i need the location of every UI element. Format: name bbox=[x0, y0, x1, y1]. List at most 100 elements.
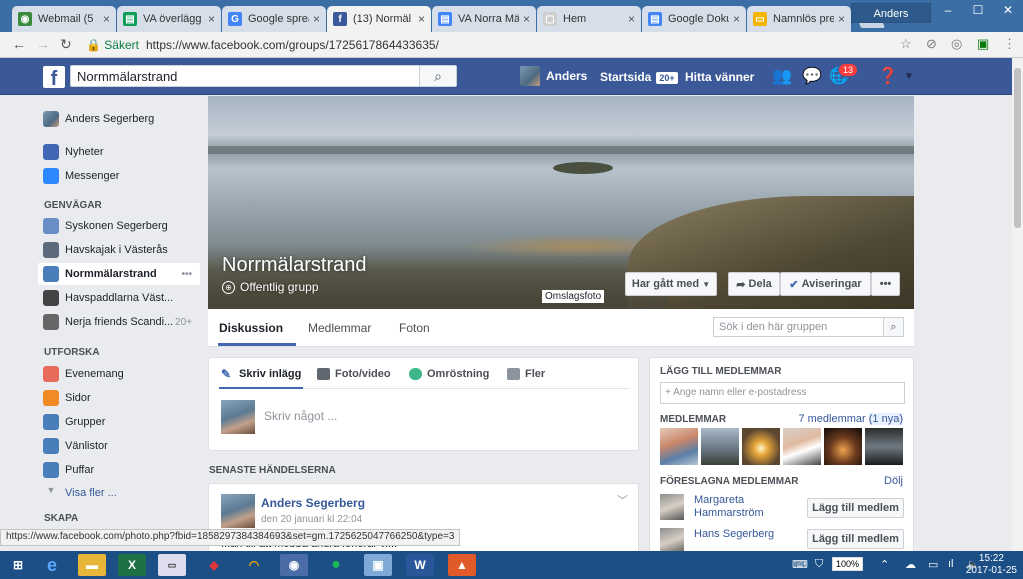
avatar[interactable] bbox=[660, 494, 684, 520]
close-tab-icon[interactable]: × bbox=[418, 12, 425, 26]
sidebar-explore-item[interactable]: Vänlistor bbox=[38, 435, 200, 457]
file-explorer-icon[interactable]: ▬ bbox=[78, 554, 106, 576]
avatar[interactable] bbox=[221, 494, 255, 528]
scrollbar-thumb[interactable] bbox=[1014, 68, 1021, 228]
member-photo[interactable] bbox=[865, 428, 903, 465]
group-search-input[interactable]: Sök i den här gruppen bbox=[713, 317, 884, 337]
browser-tab[interactable]: ▤ Google Doku × bbox=[642, 6, 746, 32]
post-date[interactable]: den 20 januari kl 22:04 bbox=[261, 514, 362, 525]
member-photo[interactable] bbox=[824, 428, 862, 465]
app-icon[interactable]: ▲ bbox=[448, 554, 476, 576]
close-tab-icon[interactable]: × bbox=[733, 12, 740, 26]
minimize-icon[interactable]: – bbox=[933, 0, 963, 20]
tab-photos[interactable]: Foton bbox=[399, 321, 430, 335]
profile-link[interactable]: Anders bbox=[520, 66, 587, 86]
extension-icon[interactable]: ◎ bbox=[951, 36, 962, 52]
fb-search-input[interactable]: Normmälarstrand bbox=[70, 65, 420, 87]
close-window-icon[interactable]: ✕ bbox=[993, 0, 1023, 20]
sidebar-shortcut[interactable]: Syskonen Segerberg bbox=[38, 215, 200, 237]
add-member-input[interactable]: + Ange namn eller e-postadress bbox=[660, 382, 905, 404]
forward-arrow-icon[interactable]: → bbox=[36, 36, 50, 52]
spotify-icon[interactable]: ● bbox=[322, 554, 350, 576]
close-tab-icon[interactable]: × bbox=[628, 12, 635, 26]
excel-icon[interactable]: X bbox=[118, 554, 146, 576]
browser-tab[interactable]: ◉ Webmail (5 × bbox=[12, 6, 116, 32]
sidebar-item-news[interactable]: Nyheter bbox=[38, 141, 200, 163]
browser-tab[interactable]: ▤ VA överlägg × bbox=[117, 6, 221, 32]
security-icon[interactable]: ⛉ bbox=[815, 558, 823, 571]
add-member-button[interactable]: Lägg till medlem bbox=[807, 498, 904, 518]
help-icon[interactable]: ❓ bbox=[877, 66, 899, 88]
app-window-icon[interactable]: ▣ bbox=[364, 554, 392, 576]
page-scrollbar[interactable] bbox=[1012, 58, 1023, 552]
sidebar-explore-item[interactable]: Grupper bbox=[38, 411, 200, 433]
url-input[interactable]: https://www.facebook.com/groups/17256178… bbox=[146, 38, 439, 52]
secure-label[interactable]: 🔒 Säkert bbox=[86, 38, 139, 52]
close-tab-icon[interactable]: × bbox=[838, 12, 845, 26]
close-tab-icon[interactable]: × bbox=[313, 12, 320, 26]
composer-tab-poll[interactable]: Omröstning bbox=[409, 368, 489, 380]
bookmark-star-icon[interactable]: ☆ bbox=[900, 36, 912, 52]
post-author[interactable]: Anders Segerberg bbox=[261, 496, 365, 510]
browser-tab[interactable]: G Google sprea × bbox=[222, 6, 326, 32]
close-tab-icon[interactable]: × bbox=[523, 12, 530, 26]
sidebar-explore-item[interactable]: Evenemang bbox=[38, 363, 200, 385]
friend-requests-icon[interactable]: 👥 bbox=[771, 66, 793, 88]
chrome-icon[interactable]: ◉ bbox=[280, 554, 308, 576]
sidebar-shortcut[interactable]: Normmälarstrand ••• bbox=[38, 263, 200, 285]
suggested-member-name[interactable]: Margareta Hammarström bbox=[694, 494, 794, 520]
home-link[interactable]: Startsida 20+ bbox=[600, 70, 678, 84]
more-options-button[interactable]: ••• bbox=[871, 272, 900, 296]
browser-tab[interactable]: ▤ VA Norra Mä × bbox=[432, 6, 536, 32]
joined-button[interactable]: Har gått med ▼ bbox=[625, 272, 717, 296]
internet-explorer-icon[interactable]: e bbox=[38, 554, 66, 576]
composer-tab-more[interactable]: Fler bbox=[507, 368, 545, 380]
add-member-button[interactable]: Lägg till medlem bbox=[807, 529, 904, 549]
facebook-logo[interactable]: f bbox=[43, 66, 65, 90]
messages-icon[interactable]: 💬 bbox=[801, 66, 823, 88]
account-menu-chevron-icon[interactable]: ▼ bbox=[898, 66, 920, 88]
cloud-icon[interactable]: ☁ bbox=[905, 558, 916, 571]
chevron-up-icon[interactable]: ⌃ bbox=[880, 558, 889, 571]
member-photo[interactable] bbox=[783, 428, 821, 465]
browser-tab[interactable]: ▢ Hem × bbox=[537, 6, 641, 32]
battery-icon[interactable]: ▭ bbox=[928, 558, 938, 571]
composer-input[interactable]: Skriv något ... bbox=[264, 409, 337, 423]
search-icon[interactable]: ⌕ bbox=[884, 317, 904, 337]
browser-tab[interactable]: f (13) Normäl × bbox=[327, 6, 431, 32]
sidebar-item-messenger[interactable]: Messenger bbox=[38, 165, 200, 187]
share-button[interactable]: ➦ Dela bbox=[728, 272, 780, 296]
sidebar-shortcut[interactable]: Havspaddlarna Väst... bbox=[38, 287, 200, 309]
sidebar-explore-item[interactable]: Sidor bbox=[38, 387, 200, 409]
chevron-down-icon[interactable]: ﹀ bbox=[617, 492, 628, 508]
member-photo[interactable] bbox=[701, 428, 739, 465]
tab-discussion[interactable]: Diskussion bbox=[219, 321, 283, 335]
find-friends-link[interactable]: Hitta vänner bbox=[685, 70, 754, 84]
reload-icon[interactable]: ↻ bbox=[60, 36, 72, 53]
chrome-profile-button[interactable]: Anders bbox=[851, 3, 931, 23]
member-photo[interactable] bbox=[742, 428, 780, 465]
battery-indicator[interactable]: 100% bbox=[832, 557, 864, 571]
word-icon[interactable]: W bbox=[406, 554, 434, 576]
back-arrow-icon[interactable]: ← bbox=[12, 36, 26, 52]
cover-photo-label[interactable]: Omslagsfoto bbox=[542, 290, 605, 303]
close-tab-icon[interactable]: × bbox=[103, 12, 110, 26]
keyboard-icon[interactable]: ⌨ bbox=[792, 558, 808, 571]
sidebar-profile[interactable]: Anders Segerberg bbox=[38, 108, 200, 130]
maximize-icon[interactable]: ☐ bbox=[963, 0, 993, 20]
notifications-button[interactable]: ✔ Aviseringar bbox=[780, 272, 871, 296]
extension-icon[interactable]: ⊘ bbox=[926, 36, 937, 52]
close-tab-icon[interactable]: × bbox=[208, 12, 215, 26]
extension-icon[interactable]: ▣ bbox=[977, 36, 989, 52]
headphones-icon[interactable]: ◠ bbox=[240, 554, 268, 576]
member-count-link[interactable]: 7 medlemmar (1 nya) bbox=[798, 413, 903, 425]
composer-tab-photo[interactable]: Foto/video bbox=[317, 368, 391, 380]
menu-dots-icon[interactable]: ⋮ bbox=[1003, 36, 1016, 52]
sidebar-shortcut[interactable]: Nerja friends Scandi... 20+ bbox=[38, 311, 200, 333]
lenovo-icon[interactable]: ▭ bbox=[158, 554, 186, 576]
member-photo[interactable] bbox=[660, 428, 698, 465]
sidebar-explore-item[interactable]: Puffar bbox=[38, 459, 200, 481]
windows-start-icon[interactable]: ⊞ bbox=[4, 554, 32, 576]
composer-tab-write[interactable]: ✎ Skriv inlägg bbox=[221, 368, 301, 380]
tab-members[interactable]: Medlemmar bbox=[308, 321, 371, 335]
